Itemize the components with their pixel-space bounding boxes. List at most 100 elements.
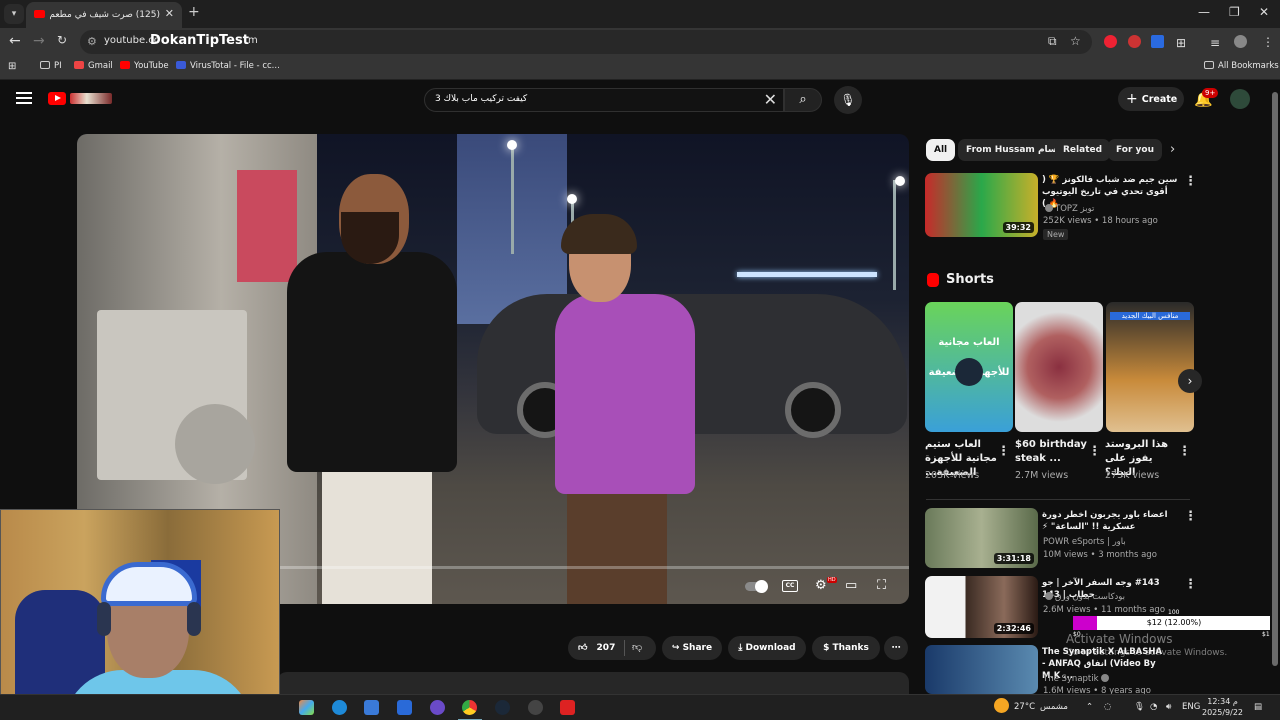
short-title[interactable]: $60 birthday steak ... [1015, 438, 1087, 466]
notification-center-icon[interactable]: ▤ [1254, 702, 1262, 712]
wifi-icon[interactable]: ◔ [1150, 702, 1157, 712]
chip-for-you[interactable]: For you [1108, 139, 1162, 161]
search-input[interactable]: كيفت تركيب ماب بلاك 3 ✕ [424, 88, 784, 112]
share-button[interactable]: ↪ Share [662, 636, 722, 660]
close-window-icon[interactable]: ✕ [1259, 5, 1269, 19]
voice-search-icon[interactable]: 🎙 [834, 86, 862, 114]
back-icon[interactable]: ← [9, 33, 21, 49]
browser-tab[interactable]: (125) صرت شيف في مطعم ✕ [26, 2, 182, 28]
discord-icon[interactable] [430, 700, 445, 715]
copilot-icon[interactable] [299, 700, 314, 715]
store-icon[interactable] [364, 700, 379, 715]
obs-icon[interactable] [528, 700, 543, 715]
video-menu-icon[interactable]: ⋮ [1184, 509, 1197, 524]
donation-goal-label: $12 (12.00%) [1146, 618, 1202, 627]
tab-search-icon[interactable]: ▾ [4, 4, 24, 24]
video-scene-shutter [237, 170, 297, 282]
tray-app-icon[interactable]: ◌ [1104, 702, 1111, 712]
search-button[interactable]: ⌕ [784, 88, 822, 112]
taskbar-clock[interactable]: 12:34 م 2025/9/22 [1202, 696, 1243, 718]
create-button[interactable]: + Create [1118, 87, 1184, 111]
section-divider [926, 499, 1190, 500]
clear-search-icon[interactable]: ✕ [764, 90, 777, 109]
restore-icon[interactable]: ❐ [1229, 5, 1240, 19]
headphones-icon [187, 602, 201, 636]
minimize-icon[interactable]: — [1198, 5, 1210, 19]
volume-icon[interactable]: 🔊︎ [1166, 702, 1171, 712]
more-actions-icon[interactable]: ⋯ [884, 636, 908, 660]
outlook-icon[interactable] [397, 700, 412, 715]
thumbs-down-icon[interactable]: 👎︎ [632, 641, 642, 653]
weather-text: مشمس [1040, 702, 1068, 712]
bookmark-virustotal[interactable]: VirusTotal - File - cc... [176, 61, 280, 71]
short-thumbnail[interactable] [1015, 302, 1103, 432]
short-thumbnail[interactable]: العاب مجانية للأجهزة الضعيفة [925, 302, 1013, 432]
short-menu-icon[interactable]: ⋮ [1178, 444, 1191, 459]
menu-icon[interactable] [16, 92, 32, 104]
settings-gear-icon[interactable]: ⚙ [815, 578, 827, 593]
bookmark-pi[interactable]: PI [40, 61, 62, 71]
browser-menu-icon[interactable]: ⋮ [1262, 35, 1274, 49]
bookmark-youtube[interactable]: YouTube [120, 61, 169, 71]
profile-avatar-icon[interactable] [1234, 35, 1247, 48]
download-button[interactable]: ⤓ Download [728, 636, 806, 660]
chip-related[interactable]: Related [1055, 139, 1111, 161]
short-menu-icon[interactable]: ⋮ [1088, 444, 1101, 459]
video-channel[interactable]: TOPZ توبز [1043, 204, 1094, 214]
youtube-logo[interactable] [48, 92, 66, 105]
close-tab-icon[interactable]: ✕ [165, 7, 174, 20]
video-title[interactable]: اعضاء باور يجربون اخطر دورة عسكرية !! "ا… [1042, 509, 1180, 533]
video-menu-icon[interactable]: ⋮ [1184, 174, 1197, 189]
extensions-puzzle-icon[interactable]: ⊞ [1176, 36, 1186, 50]
weather-temp[interactable]: 27°C [1014, 702, 1035, 712]
extension-play-icon[interactable] [1151, 35, 1164, 48]
captions-icon[interactable]: CC [782, 580, 798, 592]
video-thumbnail[interactable]: 3:31:18 [925, 508, 1038, 568]
scrollbar-thumb[interactable] [1272, 92, 1278, 666]
forward-icon[interactable]: → [33, 33, 45, 49]
chevron-right-icon[interactable]: › [1170, 142, 1175, 157]
youtube-doodle[interactable] [70, 93, 112, 104]
bookmark-gmail[interactable]: Gmail [74, 61, 113, 71]
like-count: 207 [596, 643, 616, 653]
verified-icon [1045, 204, 1053, 212]
video-duration: 39:32 [1002, 222, 1034, 233]
chrome-icon[interactable] [462, 700, 477, 715]
account-avatar[interactable] [1230, 89, 1250, 109]
short-menu-icon[interactable]: ⋮ [997, 444, 1010, 459]
reload-icon[interactable]: ↻ [57, 33, 67, 47]
address-bar[interactable]: ⚙ youtube.co DokanTipTest m ⧉ ☆ [80, 30, 1092, 54]
short-thumbnail[interactable]: منافس البيك الجديد [1106, 302, 1194, 432]
apps-grid-icon[interactable]: ⊞ [8, 61, 16, 72]
shorts-next-icon[interactable]: › [1178, 369, 1202, 393]
page-scrollbar[interactable] [1270, 80, 1280, 694]
reading-list-icon[interactable]: ≡ [1210, 36, 1220, 50]
video-thumbnail[interactable]: 2:32:46 [925, 576, 1038, 638]
video-channel[interactable]: POWR eSports | باور [1043, 537, 1126, 547]
video-channel[interactable]: بودكاست بدون ورق [1043, 592, 1125, 602]
like-button[interactable]: 👍︎ 207 [568, 636, 656, 660]
weather-sun-icon[interactable] [994, 698, 1009, 713]
site-info-icon[interactable]: ⚙ [87, 35, 97, 48]
mic-icon[interactable]: 🎙 [1134, 702, 1145, 712]
fullscreen-icon[interactable]: ⛶ [877, 578, 886, 593]
autoplay-toggle[interactable] [745, 580, 768, 593]
video-channel[interactable]: The Synaptik [1043, 674, 1111, 684]
extension-block-icon[interactable] [1104, 35, 1117, 48]
extension-badge-icon[interactable] [1128, 35, 1141, 48]
new-tab-icon[interactable]: + [188, 4, 200, 20]
bookmark-star-icon[interactable]: ☆ [1070, 34, 1081, 48]
install-icon[interactable]: ⧉ [1048, 34, 1057, 49]
edge-icon[interactable] [332, 700, 347, 715]
app-icon[interactable] [560, 700, 575, 715]
all-bookmarks[interactable]: All Bookmarks [1204, 61, 1279, 71]
chip-all[interactable]: All [926, 139, 956, 161]
steam-icon[interactable] [495, 700, 510, 715]
video-thumbnail[interactable]: 39:32 [925, 173, 1038, 237]
video-thumbnail[interactable] [925, 645, 1038, 694]
thanks-button[interactable]: $ Thanks [812, 636, 880, 660]
language-indicator[interactable]: ENG [1182, 702, 1200, 712]
tray-chevron-icon[interactable]: ⌃ [1086, 702, 1093, 712]
theater-mode-icon[interactable]: ▭ [845, 578, 857, 593]
video-menu-icon[interactable]: ⋮ [1184, 577, 1197, 592]
